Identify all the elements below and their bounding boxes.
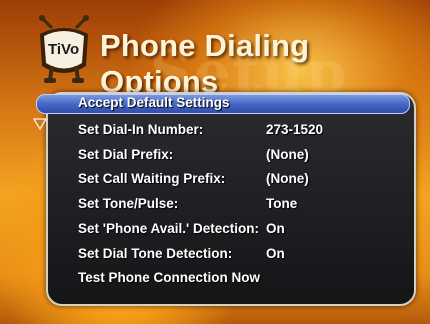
page-title: Phone Dialing Options xyxy=(100,28,310,99)
tivo-screen: Setup TiVo Phone Dialing Options Accept … xyxy=(0,0,430,324)
menu-item-value: (None) xyxy=(266,171,309,186)
menu-item-label: Test Phone Connection Now xyxy=(78,270,260,285)
menu-item-label: Set Dial Tone Detection: xyxy=(78,246,233,261)
menu-item-value: Tone xyxy=(266,196,298,211)
menu-item-label: Set Dial Prefix: xyxy=(78,147,174,162)
menu-item-label: Set 'Phone Avail.' Detection: xyxy=(78,221,259,236)
tivo-logo-icon: TiVo xyxy=(39,15,89,83)
menu-item-label: Set Call Waiting Prefix: xyxy=(78,171,226,186)
down-arrow-icon[interactable] xyxy=(33,118,47,130)
menu-item-value: 273-1520 xyxy=(266,122,324,137)
menu-item-label: Set Dial-In Number: xyxy=(78,122,204,137)
menu-item-value: On xyxy=(266,221,285,236)
menu-item-label: Set Tone/Pulse: xyxy=(78,196,179,211)
svg-text:TiVo: TiVo xyxy=(48,41,79,58)
menu-item-value: On xyxy=(266,246,285,261)
menu-item-label: Accept Default Settings xyxy=(78,95,230,110)
menu-item-value: (None) xyxy=(266,147,309,162)
